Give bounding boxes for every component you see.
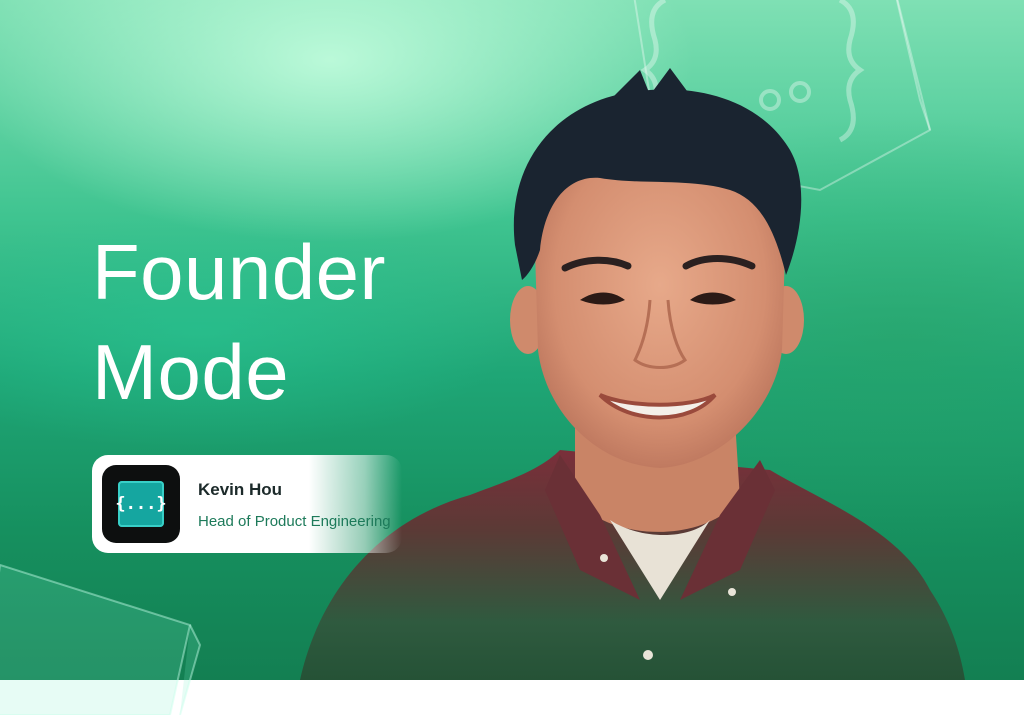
profile-name: Kevin Hou [198, 480, 283, 499]
portrait-photo [300, 68, 965, 680]
profile-card: {...} Kevin Hou Head of Product Engineer… [92, 455, 402, 553]
app-logo-icon: {...} [102, 465, 180, 543]
code-braces-icon: {...} [115, 481, 167, 527]
profile-role: Head of Product Engineering [198, 513, 391, 530]
